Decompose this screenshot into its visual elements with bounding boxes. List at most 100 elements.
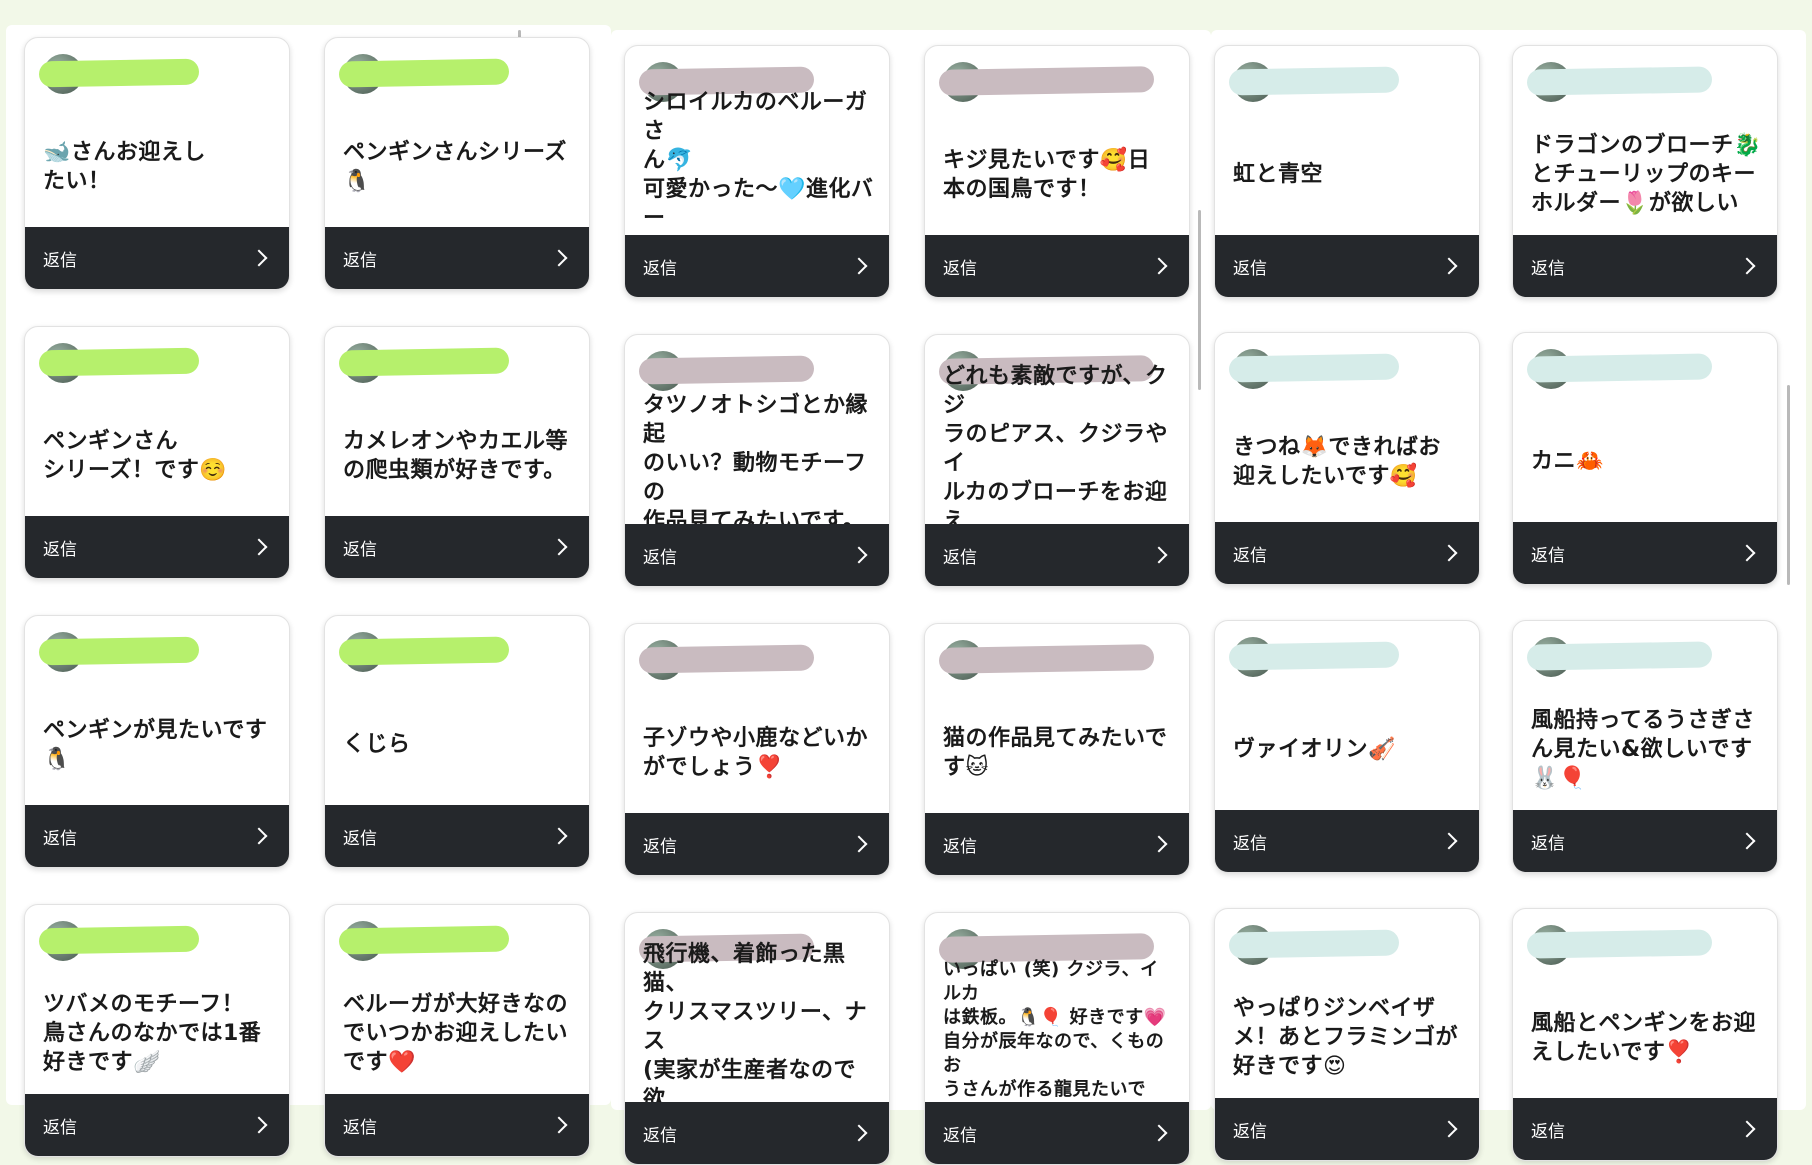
reply-label: 返信 — [43, 250, 77, 271]
reply-button[interactable]: 返信 — [25, 1094, 289, 1156]
card-message: 虹と青空 — [1233, 162, 1324, 187]
reply-button[interactable]: 返信 — [325, 1094, 589, 1156]
reply-label: 返信 — [1233, 833, 1267, 854]
card-message: 風船持ってるうさぎさ ん見たい&欲しいです 🐰🎈 — [1531, 708, 1755, 791]
chevron-right-icon — [550, 1116, 568, 1134]
chevron-right-icon — [1440, 257, 1458, 275]
card-message: 猫の作品見てみたいで す🐱 — [943, 725, 1168, 780]
card-message: 🐋さんお迎えし たい！ — [43, 139, 206, 194]
reply-label: 返信 — [643, 1125, 677, 1146]
reply-button[interactable]: 返信 — [25, 516, 289, 578]
card-content: ペンギンさん シリーズ！です☺️ — [25, 327, 289, 518]
reply-card: 風船持ってるうさぎさ ん見たい&欲しいです 🐰🎈 返信 — [1512, 620, 1778, 873]
card-message: カメレオンやカエル等 の爬虫類が好きです。 — [343, 428, 569, 483]
reply-label: 返信 — [343, 250, 377, 271]
chevron-right-icon — [850, 835, 868, 853]
redacted-username-scribble — [38, 347, 200, 377]
redacted-username-scribble — [38, 58, 200, 88]
reply-card: タツノオトシゴとか縁起 のいい？動物モチーフの 作品見てみたいです。 返信 — [624, 334, 890, 587]
chevron-right-icon — [250, 1116, 268, 1134]
reply-button[interactable]: 返信 — [1215, 235, 1479, 297]
reply-label: 返信 — [43, 539, 77, 560]
card-content: どれも素敵ですが、クジ ラのピアス、クジラやイ ルカのブローチをお迎え したいで… — [925, 335, 1189, 563]
card-message: ベルーガが大好きなの でいつかお迎えしたい です❤️ — [343, 992, 569, 1075]
card-content: 風船持ってるうさぎさ ん見たい&欲しいです 🐰🎈 — [1513, 621, 1777, 812]
reply-button[interactable]: 返信 — [1513, 235, 1777, 297]
reply-button[interactable]: 返信 — [625, 1102, 889, 1164]
chevron-right-icon — [250, 249, 268, 267]
reply-card: ヴァイオリン🎻 返信 — [1214, 620, 1480, 873]
reply-button[interactable]: 返信 — [625, 235, 889, 297]
reply-button[interactable]: 返信 — [925, 1102, 1189, 1164]
reply-card: ペンギンが見たいです 🐧 返信 — [24, 615, 290, 868]
reply-button[interactable]: 返信 — [25, 227, 289, 289]
reply-card: きつね🦊できればお 迎えしたいです🥰 返信 — [1214, 332, 1480, 585]
reply-card: カニ🦀 返信 — [1512, 332, 1778, 585]
card-message: くじら — [343, 732, 411, 757]
card-content: きつね🦊できればお 迎えしたいです🥰 — [1215, 333, 1479, 524]
reply-label: 返信 — [1531, 833, 1565, 854]
reply-button[interactable]: 返信 — [1215, 1098, 1479, 1160]
reply-card: ベルーガが大好きなの でいつかお迎えしたい です❤️ 返信 — [324, 904, 590, 1157]
redacted-username-scribble — [638, 644, 815, 674]
reply-button[interactable]: 返信 — [325, 516, 589, 578]
card-content: カニ🦀 — [1513, 333, 1777, 524]
card-message: いっぱい (笑) クジラ、イルカ は鉄板。🐧🎈 好きです💗 自分が辰年なので、く… — [943, 958, 1167, 1124]
reply-card: シロイルカのベルーガさ ん🐬 可愛かった〜🩵進化バー ジョン見たいです！返信 — [624, 45, 890, 298]
card-message: タツノオトシゴとか縁起 のいい？動物モチーフの 作品見てみたいです。 — [643, 393, 869, 534]
reply-button[interactable]: 返信 — [1513, 1098, 1777, 1160]
reply-button[interactable]: 返信 — [1513, 522, 1777, 584]
card-content: 風船とペンギンをお迎 えしたいです❣️ — [1513, 909, 1777, 1100]
chevron-right-icon — [850, 546, 868, 564]
chevron-right-icon — [250, 538, 268, 556]
chevron-right-icon — [1150, 546, 1168, 564]
reply-button[interactable]: 返信 — [625, 813, 889, 875]
reply-button[interactable]: 返信 — [925, 235, 1189, 297]
reply-button[interactable]: 返信 — [1215, 810, 1479, 872]
redacted-username-scribble — [938, 66, 1155, 96]
reply-button[interactable]: 返信 — [1215, 522, 1479, 584]
reply-card: 飛行機、着飾った黒猫、 クリスマスツリー、ナス (実家が生産者なので欲 しい！)… — [624, 912, 890, 1165]
reply-label: 返信 — [1233, 258, 1267, 279]
chevron-right-icon — [850, 257, 868, 275]
reply-label: 返信 — [1531, 258, 1565, 279]
reply-button[interactable]: 返信 — [925, 813, 1189, 875]
reply-button[interactable]: 返信 — [925, 524, 1189, 586]
reply-label: 返信 — [943, 258, 977, 279]
card-content: タツノオトシゴとか縁起 のいい？動物モチーフの 作品見てみたいです。 — [625, 335, 889, 534]
reply-label: 返信 — [943, 547, 977, 568]
reply-card: ドラゴンのブローチ🐉 とチューリップのキー ホルダー🌷が欲しい 返信 — [1512, 45, 1778, 298]
card-content: くじら — [325, 616, 589, 807]
reply-button[interactable]: 返信 — [25, 805, 289, 867]
reply-button[interactable]: 返信 — [325, 805, 589, 867]
redacted-username-scribble — [338, 925, 510, 955]
reply-card: くじら 返信 — [324, 615, 590, 868]
card-message: どれも素敵ですが、クジ ラのピアス、クジラやイ ルカのブローチをお迎え したいで… — [943, 364, 1169, 563]
reply-card: やっぱりジンベイザ メ！あとフラミンゴが 好きです😍 返信 — [1214, 908, 1480, 1161]
reply-card: 虹と青空 返信 — [1214, 45, 1480, 298]
card-message: 風船とペンギンをお迎 えしたいです❣️ — [1531, 1010, 1757, 1065]
card-message: ツバメのモチーフ！ 鳥さんのなかでは1番 好きです🪽 — [43, 992, 262, 1075]
card-content: ペンギンが見たいです 🐧 — [25, 616, 289, 807]
card-content: ヴァイオリン🎻 — [1215, 621, 1479, 812]
card-content: 飛行機、着飾った黒猫、 クリスマスツリー、ナス (実家が生産者なので欲 しい！) — [625, 913, 889, 1141]
reply-label: 返信 — [643, 836, 677, 857]
card-message: ペンギンさんシリーズ 🐧 — [343, 139, 567, 194]
reply-card: 猫の作品見てみたいで す🐱 返信 — [924, 623, 1190, 876]
reply-button[interactable]: 返信 — [325, 227, 589, 289]
reply-button[interactable]: 返信 — [1513, 810, 1777, 872]
chevron-right-icon — [1738, 544, 1756, 562]
card-message: シロイルカのベルーガさ ん🐬 可愛かった〜🩵進化バー ジョン見たいです！ — [643, 89, 874, 260]
card-content: ペンギンさんシリーズ 🐧 — [325, 38, 589, 229]
card-content: 子ゾウや小鹿などいか がでしょう❣️ — [625, 624, 889, 815]
card-message: きつね🦊できればお 迎えしたいです🥰 — [1233, 434, 1441, 489]
chevron-right-icon — [550, 827, 568, 845]
reply-label: 返信 — [343, 828, 377, 849]
reply-label: 返信 — [643, 258, 677, 279]
chevron-right-icon — [250, 827, 268, 845]
reply-button[interactable]: 返信 — [625, 524, 889, 586]
reply-label: 返信 — [1531, 545, 1565, 566]
card-message: ペンギンさん シリーズ！です☺️ — [43, 428, 228, 483]
reply-label: 返信 — [943, 1125, 977, 1146]
redacted-username-scribble — [1228, 353, 1400, 383]
